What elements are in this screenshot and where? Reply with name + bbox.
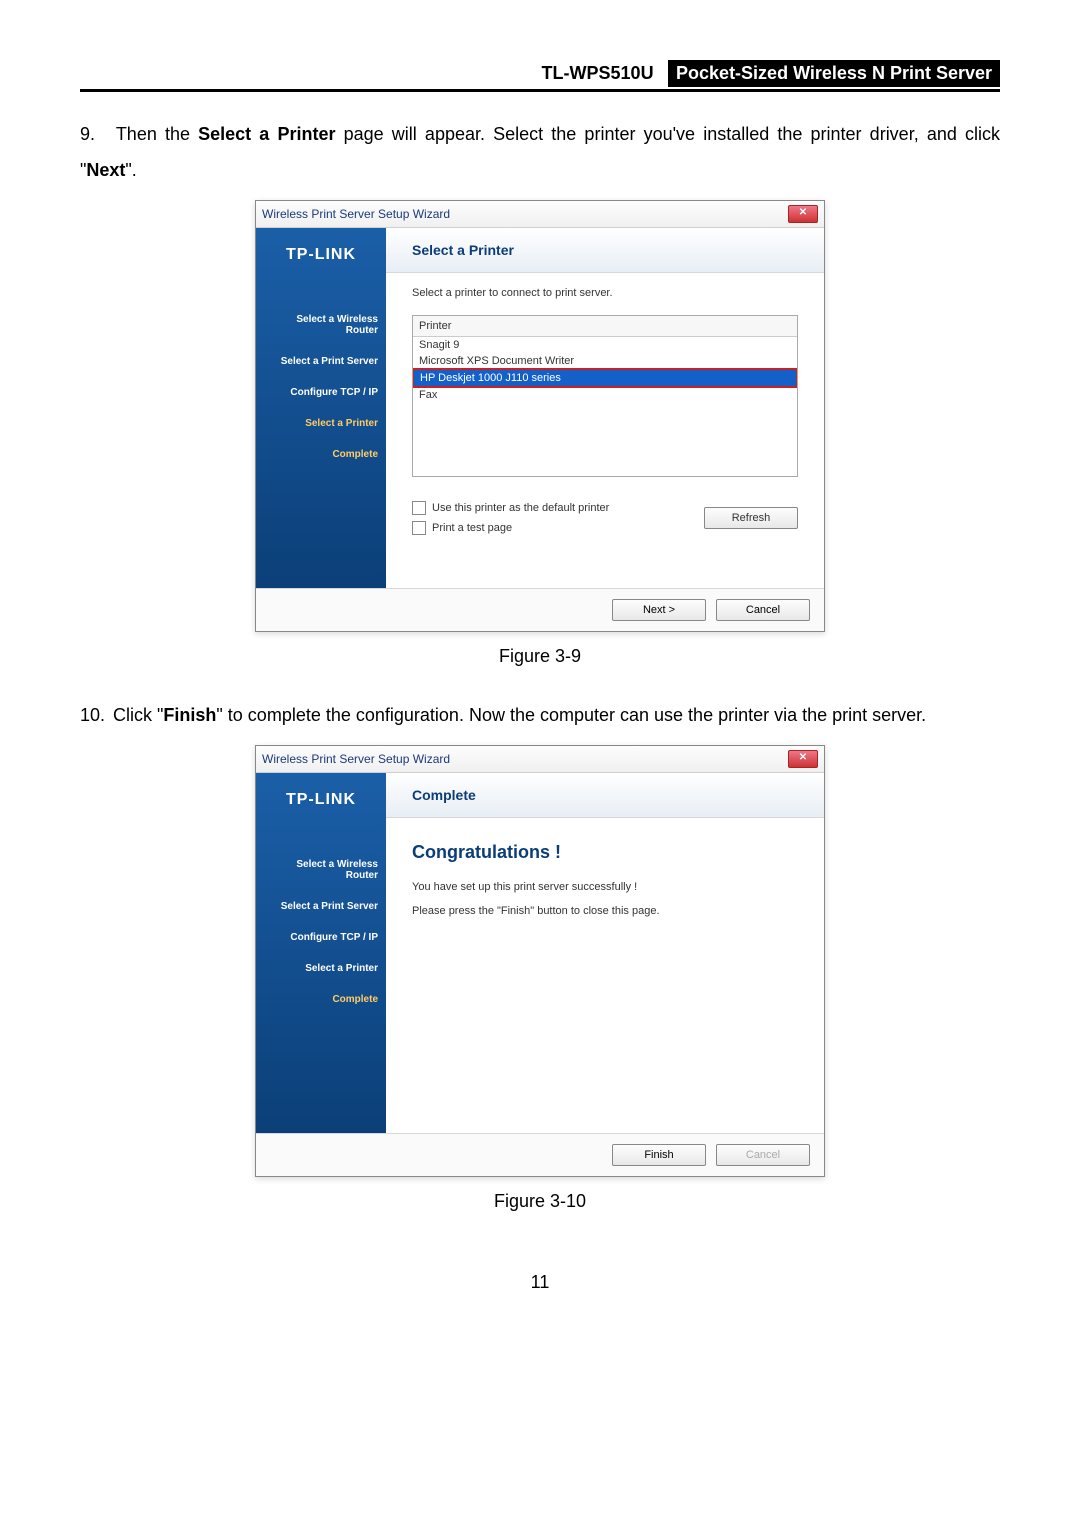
wizard-sidebar: TP-LINK Select a Wireless Router Select … (256, 773, 386, 1133)
sidebar-step-complete: Complete (264, 449, 378, 460)
wizard-main: Complete Congratulations ! You have set … (386, 773, 824, 1133)
wizard-title: Wireless Print Server Setup Wizard (262, 207, 450, 221)
checkbox-default-printer[interactable] (412, 501, 426, 515)
wizard-main: Select a Printer Select a printer to con… (386, 228, 824, 588)
step10-text: 10. Click "Finish" to complete the confi… (80, 697, 1000, 733)
panel-instruction: Select a printer to connect to print ser… (412, 287, 798, 299)
cancel-button[interactable]: Cancel (716, 599, 810, 621)
panel-title: Complete (412, 787, 798, 803)
checkbox-test-label: Print a test page (432, 522, 512, 534)
wizard-footer: Finish Cancel (256, 1133, 824, 1176)
refresh-button[interactable]: Refresh (704, 507, 798, 529)
finish-button[interactable]: Finish (612, 1144, 706, 1166)
close-icon[interactable]: ✕ (788, 750, 818, 768)
page-number: 11 (80, 1272, 1000, 1293)
checkbox-test-page[interactable] (412, 521, 426, 535)
checkbox-default-label: Use this printer as the default printer (432, 502, 609, 514)
wizard-title: Wireless Print Server Setup Wizard (262, 752, 450, 766)
doc-header: TL-WPS510U Pocket-Sized Wireless N Print… (80, 60, 1000, 92)
sidebar-step-complete: Complete (264, 994, 378, 1005)
sidebar-step-router: Select a Wireless Router (264, 314, 378, 336)
printer-row[interactable]: Snagit 9 (413, 337, 797, 353)
sidebar-step-router: Select a Wireless Router (264, 859, 378, 881)
figure-9-caption: Figure 3-9 (80, 646, 1000, 667)
brand-logo: TP-LINK (264, 791, 378, 809)
sidebar-step-printer: Select a Printer (264, 963, 378, 974)
cancel-button: Cancel (716, 1144, 810, 1166)
printer-list-header: Printer (413, 316, 797, 337)
step10-number: 10. (80, 697, 108, 733)
sidebar-step-server: Select a Print Server (264, 901, 378, 912)
wizard-sidebar: TP-LINK Select a Wireless Router Select … (256, 228, 386, 588)
wizard-footer: Next > Cancel (256, 588, 824, 631)
wizard-select-printer: Wireless Print Server Setup Wizard ✕ TP-… (255, 200, 825, 632)
product-model: TL-WPS510U (536, 60, 660, 87)
next-button[interactable]: Next > (612, 599, 706, 621)
panel-title: Select a Printer (412, 242, 798, 258)
figure-10-caption: Figure 3-10 (80, 1191, 1000, 1212)
wizard-titlebar: Wireless Print Server Setup Wizard ✕ (256, 746, 824, 773)
printer-row[interactable]: Microsoft XPS Document Writer (413, 353, 797, 369)
sidebar-step-tcpip: Configure TCP / IP (264, 932, 378, 943)
congrats-heading: Congratulations ! (412, 842, 798, 863)
product-desc: Pocket-Sized Wireless N Print Server (668, 60, 1000, 87)
complete-line2: Please press the "Finish" button to clos… (412, 905, 798, 917)
printer-listbox[interactable]: Printer Snagit 9 Microsoft XPS Document … (412, 315, 798, 477)
complete-line1: You have set up this print server succes… (412, 881, 798, 893)
printer-row[interactable]: Fax (413, 387, 797, 403)
close-icon[interactable]: ✕ (788, 205, 818, 223)
sidebar-step-server: Select a Print Server (264, 356, 378, 367)
sidebar-step-tcpip: Configure TCP / IP (264, 387, 378, 398)
step9-number: 9. (80, 116, 108, 152)
step9-text: 9. Then the Select a Printer page will a… (80, 116, 1000, 188)
wizard-complete: Wireless Print Server Setup Wizard ✕ TP-… (255, 745, 825, 1177)
sidebar-step-printer: Select a Printer (264, 418, 378, 429)
wizard-titlebar: Wireless Print Server Setup Wizard ✕ (256, 201, 824, 228)
printer-row-selected[interactable]: HP Deskjet 1000 J110 series (412, 368, 798, 388)
brand-logo: TP-LINK (264, 246, 378, 264)
